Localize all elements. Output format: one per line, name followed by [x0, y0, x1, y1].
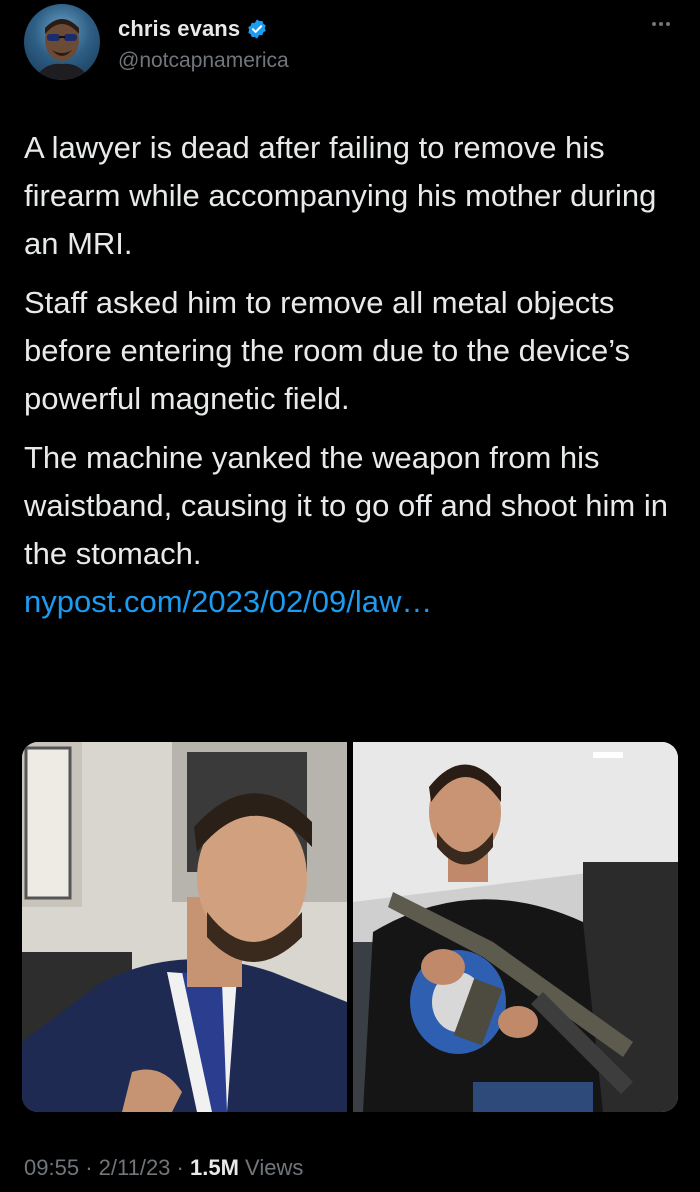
tweet-time[interactable]: 09:55 [24, 1155, 79, 1180]
meta-separator: · [176, 1155, 184, 1180]
tweet-date[interactable]: 2/11/23 [99, 1155, 171, 1180]
profile-avatar-icon [34, 19, 90, 80]
tweet-body: A lawyer is dead after failing to remove… [24, 124, 684, 637]
verified-badge-icon [246, 18, 268, 40]
tweet-header: chris evans @notcapnamerica [24, 4, 676, 88]
tweet-paragraph: Staff asked him to remove all metal obje… [24, 285, 631, 416]
author-display-name[interactable]: chris evans [118, 16, 240, 42]
meta-separator: · [85, 1155, 93, 1180]
tweet-metadata: 09:55 · 2/11/23 · 1.5M Views [24, 1155, 303, 1181]
tweet-paragraph-text: The machine yanked the weapon from his w… [24, 440, 668, 571]
views-label: Views [245, 1155, 304, 1180]
author-handle[interactable]: @notcapnamerica [118, 49, 289, 73]
man-with-rifle-photo[interactable] [353, 742, 678, 1112]
article-link[interactable]: nypost.com/2023/02/09/law… [24, 584, 432, 619]
views-count: 1.5M [190, 1155, 239, 1180]
tweet-paragraph: A lawyer is dead after failing to remove… [24, 130, 657, 261]
avatar[interactable] [24, 4, 100, 80]
author-name-row[interactable]: chris evans [118, 16, 268, 42]
media-grid [22, 742, 678, 1112]
tweet-paragraph: The machine yanked the weapon from his w… [24, 434, 684, 626]
ellipsis-icon[interactable] [646, 14, 676, 34]
man-in-suit-photo[interactable] [22, 742, 347, 1112]
